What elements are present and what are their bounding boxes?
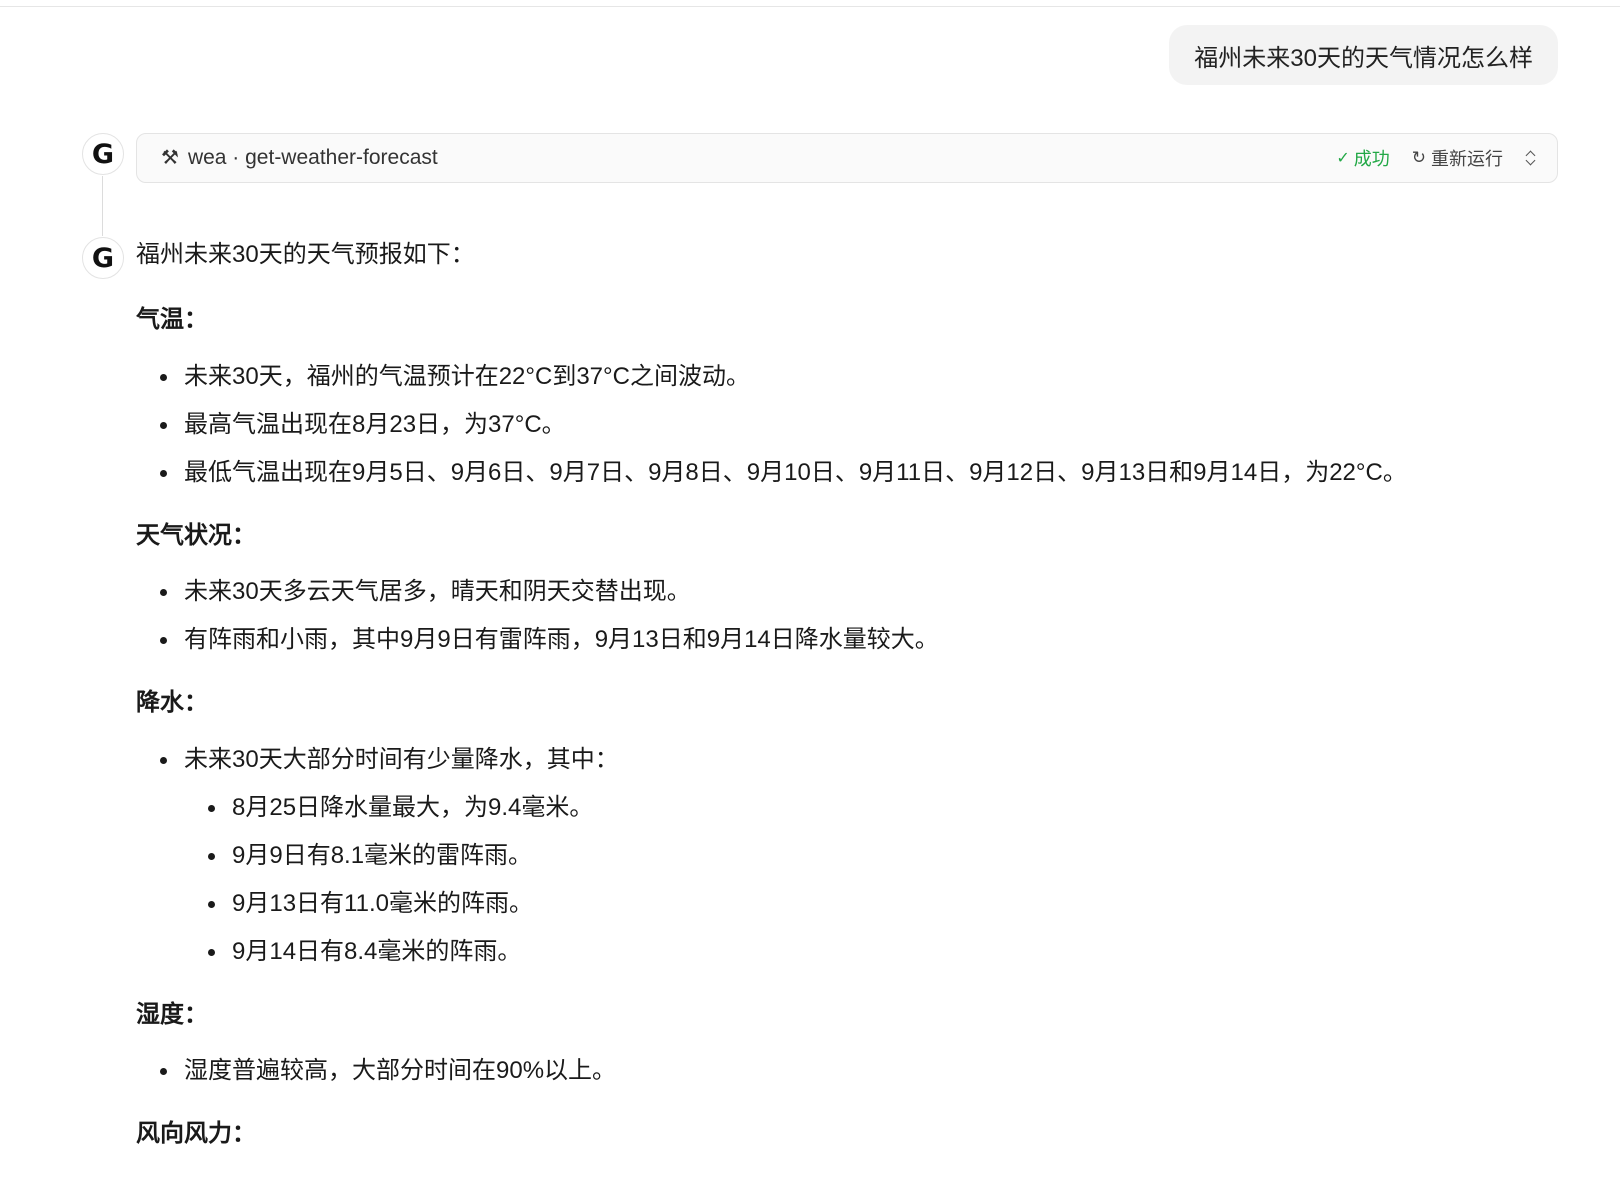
sub-list-item: 8月25日降水量最大，为9.4毫米。 xyxy=(208,791,1576,825)
humidity-list: 湿度普遍较高，大部分时间在90%以上。 xyxy=(160,1054,1576,1088)
top-divider xyxy=(0,6,1620,7)
avatar-letter: G xyxy=(91,138,115,170)
section-title-conditions: 天气状况： xyxy=(136,521,256,549)
user-message-bubble: 福州未来30天的天气情况怎么样 xyxy=(1169,25,1558,85)
list-item: 有阵雨和小雨，其中9月9日有雷阵雨，9月13日和9月14日降水量较大。 xyxy=(160,623,1576,657)
sub-list-item: 9月9日有8.1毫米的雷阵雨。 xyxy=(208,839,1576,873)
list-item: 未来30天多云天气居多，晴天和阴天交替出现。 xyxy=(160,575,1576,609)
chevron-up-down-icon[interactable] xyxy=(1525,148,1537,168)
assistant-answer: 福州未来30天的天气预报如下： 气温： 未来30天，福州的气温预计在22°C到3… xyxy=(136,236,1576,1174)
precipitation-sublist: 8月25日降水量最大，为9.4毫米。 9月9日有8.1毫米的雷阵雨。 9月13日… xyxy=(208,791,1576,969)
sub-list-item: 9月14日有8.4毫米的阵雨。 xyxy=(208,935,1576,969)
section-title-temperature: 气温： xyxy=(136,306,208,333)
sub-list-item: 9月13日有11.0毫米的阵雨。 xyxy=(208,887,1576,921)
list-item: 湿度普遍较高，大部分时间在90%以上。 xyxy=(160,1054,1576,1088)
assistant-avatar: G xyxy=(82,133,124,175)
list-item-text: 未来30天大部分时间有少量降水，其中： xyxy=(184,745,619,773)
list-item: 最低气温出现在9月5日、9月6日、9月7日、9月8日、9月10日、9月11日、9… xyxy=(160,456,1576,490)
tool-call-card[interactable]: ⚒ wea · get-weather-forecast ✓ 成功 ↻ 重新运行 xyxy=(136,133,1558,183)
hammer-icon: ⚒ xyxy=(161,146,179,169)
refresh-icon: ↻ xyxy=(1411,148,1426,167)
tool-call-name: wea · get-weather-forecast xyxy=(187,146,438,169)
precipitation-list: 未来30天大部分时间有少量降水，其中： 8月25日降水量最大，为9.4毫米。 9… xyxy=(160,743,1576,969)
avatar-letter: G xyxy=(91,242,115,274)
rerun-label: 重新运行 xyxy=(1431,149,1503,169)
rerun-button[interactable]: ↻ 重新运行 xyxy=(1412,145,1503,171)
conditions-list: 未来30天多云天气居多，晴天和阴天交替出现。 有阵雨和小雨，其中9月9日有雷阵雨… xyxy=(160,575,1576,657)
section-title-humidity: 湿度： xyxy=(136,1000,208,1028)
user-message-text: 福州未来30天的天气情况怎么样 xyxy=(1194,44,1533,72)
thread-connector xyxy=(102,176,103,236)
assistant-avatar: G xyxy=(82,237,124,279)
check-icon: ✓ xyxy=(1336,150,1350,167)
status-text: 成功 xyxy=(1353,149,1390,169)
answer-intro: 福州未来30天的天气预报如下： xyxy=(136,241,475,269)
temperature-list: 未来30天，福州的气温预计在22°C到37°C之间波动。 最高气温出现在8月23… xyxy=(160,360,1576,490)
list-item: 未来30天，福州的气温预计在22°C到37°C之间波动。 xyxy=(160,360,1576,394)
section-title-wind: 风向风力： xyxy=(136,1120,256,1148)
list-item: 最高气温出现在8月23日，为37°C。 xyxy=(160,408,1576,442)
list-item: 未来30天大部分时间有少量降水，其中： 8月25日降水量最大，为9.4毫米。 9… xyxy=(160,743,1576,969)
status-badge: ✓ 成功 xyxy=(1336,145,1389,171)
section-title-precipitation: 降水： xyxy=(136,689,208,717)
